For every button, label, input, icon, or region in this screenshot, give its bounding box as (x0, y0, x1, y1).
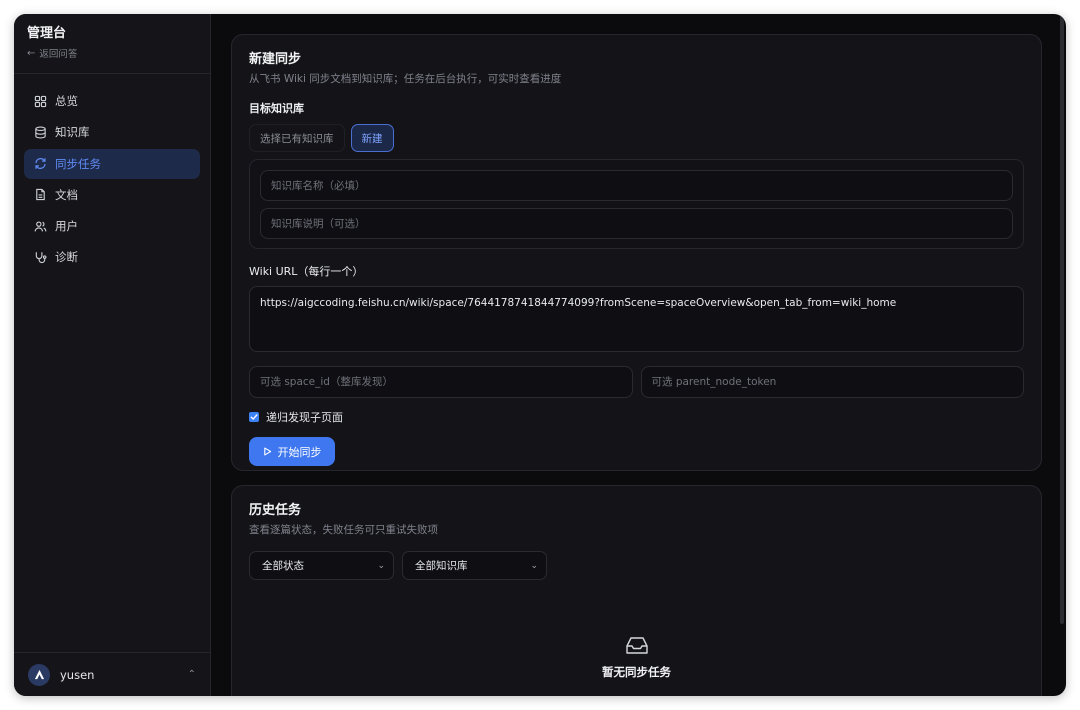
new-sync-card: 新建同步 从飞书 Wiki 同步文档到知识库；任务在后台执行，可实时查看进度 目… (231, 34, 1042, 471)
play-icon (263, 447, 271, 456)
tab-select-existing[interactable]: 选择已有知识库 (249, 124, 345, 152)
sidebar-item-label: 总览 (55, 94, 78, 108)
target-kb-tabs: 选择已有知识库 新建 (249, 124, 1024, 152)
sidebar-item-users[interactable]: 用户 (24, 211, 200, 241)
chevron-down-icon: ⌄ (530, 560, 538, 571)
chevron-down-icon: ⌄ (377, 560, 385, 571)
history-subtitle: 查看逐篇状态，失败任务可只重试失败项 (249, 524, 438, 536)
status-filter-select[interactable]: 全部状态 ⌄ (249, 551, 394, 580)
recursive-option: 递归发现子页面 (249, 409, 1024, 425)
sidebar-item-label: 知识库 (55, 125, 90, 140)
sidebar-nav: 总览 知识库 同步任务 文档 用户 诊断 (14, 74, 210, 272)
kb-filter-value: 全部知识库 (415, 560, 468, 572)
kb-filter-select[interactable]: 全部知识库 ⌄ (402, 551, 547, 580)
document-icon (36, 189, 45, 201)
app-title: 管理台 (27, 26, 67, 41)
history-card: 历史任务 查看逐篇状态，失败任务可只重试失败项 全部状态 ⌄ 全部知识库 ⌄ 暂… (231, 485, 1042, 696)
wiki-url-label: Wiki URL（每行一个） (249, 265, 364, 278)
recursive-checkbox[interactable] (249, 412, 259, 422)
start-sync-label: 开始同步 (277, 446, 322, 459)
parent-node-token-input[interactable] (640, 366, 1024, 398)
sidebar-item-label: 文档 (55, 187, 78, 202)
logo-triangle-icon (34, 669, 44, 680)
database-icon (35, 126, 46, 139)
sidebar: 管理台 ← 返回问答 总览 知识库 同步任务 文档 用户 诊断 yusen ⌃ (14, 14, 211, 696)
history-filters: 全部状态 ⌄ 全部知识库 ⌄ (249, 551, 1024, 580)
sidebar-item-label: 用户 (55, 219, 78, 234)
stethoscope-icon (35, 252, 47, 264)
avatar (28, 663, 50, 686)
target-kb-label: 目标知识库 (249, 102, 304, 115)
new-sync-title: 新建同步 (249, 52, 302, 67)
user-menu[interactable]: yusen ⌃ (14, 652, 210, 696)
back-link-label: 返回问答 (39, 49, 78, 60)
sidebar-item-sync-tasks[interactable]: 同步任务 (24, 148, 200, 179)
sidebar-item-knowledge-base[interactable]: 知识库 (24, 117, 200, 147)
sidebar-item-overview[interactable]: 总览 (24, 86, 200, 116)
new-sync-subtitle: 从飞书 Wiki 同步文档到知识库；任务在后台执行，可实时查看进度 (249, 73, 562, 85)
arrow-left-icon: ← (27, 47, 36, 59)
check-icon (250, 414, 258, 420)
sidebar-item-diagnostics[interactable]: 诊断 (24, 242, 200, 272)
sidebar-header: 管理台 ← 返回问答 (14, 14, 210, 74)
optional-fields (249, 366, 1024, 398)
history-title: 历史任务 (249, 503, 302, 518)
start-sync-button[interactable]: 开始同步 (249, 437, 335, 466)
inbox-icon (625, 637, 648, 654)
recursive-label: 递归发现子页面 (266, 411, 343, 424)
main-content: 新建同步 从飞书 Wiki 同步文档到知识库；任务在后台执行，可实时查看进度 目… (211, 14, 1066, 696)
grid-icon (34, 95, 47, 107)
new-kb-form (249, 159, 1024, 249)
refresh-icon (35, 158, 46, 170)
app-window: 管理台 ← 返回问答 总览 知识库 同步任务 文档 用户 诊断 yusen ⌃ … (14, 14, 1066, 696)
tab-create-new[interactable]: 新建 (350, 124, 394, 152)
sidebar-item-label: 同步任务 (55, 156, 101, 171)
sidebar-item-label: 诊断 (55, 250, 78, 265)
kb-description-input[interactable] (260, 208, 1013, 239)
username: yusen (60, 667, 95, 682)
empty-state: 暂无同步任务 (249, 636, 1024, 680)
scrollbar[interactable] (1060, 14, 1064, 624)
wiki-url-textarea[interactable] (249, 286, 1024, 352)
sidebar-item-documents[interactable]: 文档 (24, 180, 200, 210)
empty-state-title: 暂无同步任务 (602, 665, 671, 679)
users-icon (34, 221, 47, 232)
chevron-up-icon: ⌃ (187, 669, 196, 680)
kb-name-input[interactable] (260, 170, 1013, 201)
space-id-input[interactable] (249, 366, 633, 398)
back-link[interactable]: ← 返回问答 (27, 46, 197, 61)
status-filter-value: 全部状态 (262, 560, 304, 572)
